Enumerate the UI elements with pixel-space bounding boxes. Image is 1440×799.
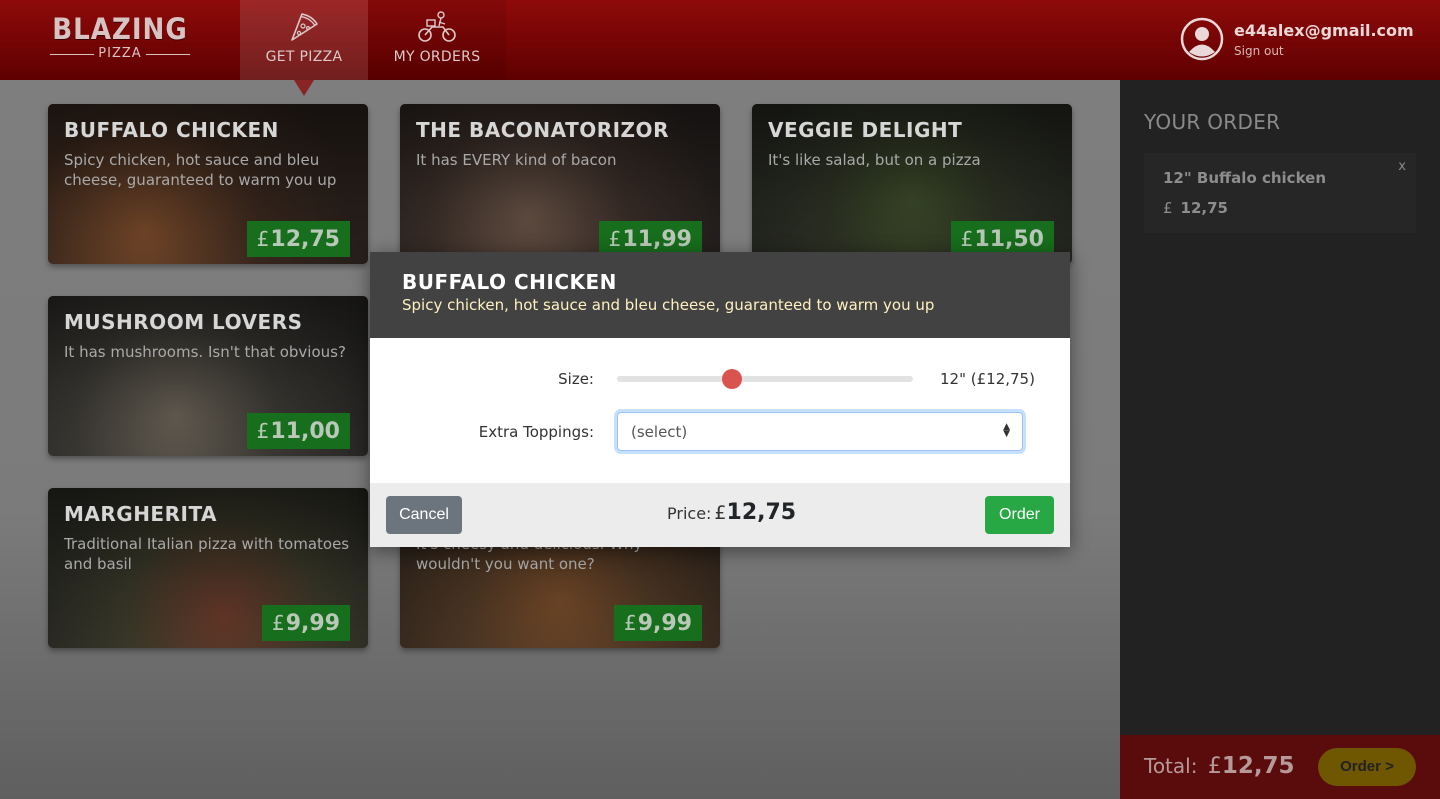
dialog-description: Spicy chicken, hot sauce and bleu cheese… (402, 296, 935, 314)
toppings-label: Extra Toppings: (478, 423, 594, 441)
price-amount: 12,75 (726, 500, 797, 525)
pizza-name: THE BACONATORIZOR (416, 118, 669, 142)
size-value: 12" (£12,75) (940, 370, 1035, 388)
pizza-name: BUFFALO CHICKEN (64, 118, 279, 142)
order-sidebar: YOUR ORDER 12" Buffalo chicken £12,75 x … (1120, 80, 1440, 799)
currency-symbol: £ (608, 227, 622, 251)
dialog-body: Size: 12" (£12,75) Extra Toppings: (sele… (370, 338, 1070, 483)
currency-symbol: £ (714, 502, 727, 524)
currency-symbol: £ (256, 227, 270, 251)
checkout-button[interactable]: Order > (1318, 748, 1416, 786)
pizza-slice-icon (287, 10, 321, 48)
dialog-price: Price: £12,75 (667, 500, 796, 525)
pizza-price: £9,99 (613, 605, 702, 641)
toppings-select-value: (select) (631, 423, 688, 441)
price-amount: 11,00 (270, 419, 340, 444)
price-amount: 12,75 (270, 227, 340, 252)
price-amount: 9,99 (285, 611, 340, 636)
currency-symbol: £ (256, 419, 270, 443)
active-tab-caret (294, 80, 314, 96)
logo-subtitle: PIZZA (50, 46, 190, 62)
nav-tab-label: GET PIZZA (265, 49, 343, 65)
pizza-description: It has mushrooms. Isn't that obvious? (64, 343, 346, 361)
nav-tab-label: MY ORDERS (393, 49, 481, 65)
currency-symbol: £ (960, 227, 974, 251)
logo-title: BLAZING (52, 12, 188, 46)
pizza-price: £11,00 (246, 413, 350, 449)
configure-pizza-dialog: BUFFALO CHICKEN Spicy chicken, hot sauce… (370, 252, 1070, 547)
price-amount: 12,75 (1180, 199, 1228, 217)
pizza-description: Traditional Italian pizza with tomatoes … (64, 535, 350, 573)
price-amount: 11,99 (622, 227, 692, 252)
pizza-card-veggie-delight[interactable]: VEGGIE DELIGHT It's like salad, but on a… (752, 104, 1072, 264)
total-label: Total: (1144, 754, 1198, 778)
pizza-price: £9,99 (261, 605, 350, 641)
remove-item-button[interactable]: x (1398, 159, 1406, 174)
sign-out-link[interactable]: Sign out (1234, 44, 1284, 58)
order-button[interactable]: Order (985, 496, 1054, 534)
size-slider-thumb[interactable] (722, 369, 743, 389)
currency-symbol: £ (1207, 754, 1222, 779)
pizza-description: Spicy chicken, hot sauce and bleu cheese… (64, 151, 337, 189)
top-bar: BLAZING PIZZA GET PIZZA MY ORDERS e44ale… (0, 0, 1440, 80)
order-item-name: 12" Buffalo chicken (1163, 169, 1326, 187)
currency-symbol: £ (271, 611, 285, 635)
user-circle-icon (1180, 17, 1224, 65)
cancel-button[interactable]: Cancel (386, 496, 462, 534)
price-label: Price: (667, 504, 712, 523)
dialog-footer: Cancel Price: £12,75 Order (370, 483, 1070, 547)
dialog-header: BUFFALO CHICKEN Spicy chicken, hot sauce… (370, 252, 1070, 338)
size-slider[interactable] (617, 369, 913, 389)
logo[interactable]: BLAZING PIZZA (50, 12, 190, 68)
toppings-select[interactable]: (select) ▲ ▼ (617, 412, 1023, 451)
pizza-description: It has EVERY kind of bacon (416, 151, 617, 169)
price-amount: 9,99 (637, 611, 692, 636)
nav-tab-my-orders[interactable]: MY ORDERS (368, 0, 506, 80)
user-email: e44alex@gmail.com (1234, 21, 1414, 40)
pizza-description: It's like salad, but on a pizza (768, 151, 981, 169)
size-label: Size: (558, 370, 594, 388)
pizza-card-buffalo-chicken[interactable]: BUFFALO CHICKEN Spicy chicken, hot sauce… (48, 104, 368, 264)
currency-symbol: £ (623, 611, 637, 635)
order-total-bar: Total: £12,75 Order > (1120, 735, 1440, 799)
pizza-name: MARGHERITA (64, 502, 218, 526)
order-item-price: £12,75 (1163, 199, 1228, 217)
price-amount: 11,50 (974, 227, 1044, 252)
pizza-name: VEGGIE DELIGHT (768, 118, 963, 142)
pizza-name: MUSHROOM LOVERS (64, 310, 303, 334)
select-arrows-icon: ▲ ▼ (1003, 422, 1010, 439)
order-title: YOUR ORDER (1144, 110, 1281, 134)
dialog-title: BUFFALO CHICKEN (402, 270, 617, 294)
pizza-card-baconatorizor[interactable]: THE BACONATORIZOR It has EVERY kind of b… (400, 104, 720, 264)
order-total: Total: £12,75 (1144, 753, 1295, 779)
pizza-card-mushroom-lovers[interactable]: MUSHROOM LOVERS It has mushrooms. Isn't … (48, 296, 368, 456)
pizza-price: £12,75 (246, 221, 350, 257)
order-item: 12" Buffalo chicken £12,75 x (1144, 153, 1416, 233)
total-amount: 12,75 (1221, 753, 1295, 779)
pizza-card-margherita[interactable]: MARGHERITA Traditional Italian pizza wit… (48, 488, 368, 648)
currency-symbol: £ (1163, 199, 1173, 217)
motorbike-icon (417, 10, 457, 48)
nav-tab-get-pizza[interactable]: GET PIZZA (240, 0, 368, 80)
